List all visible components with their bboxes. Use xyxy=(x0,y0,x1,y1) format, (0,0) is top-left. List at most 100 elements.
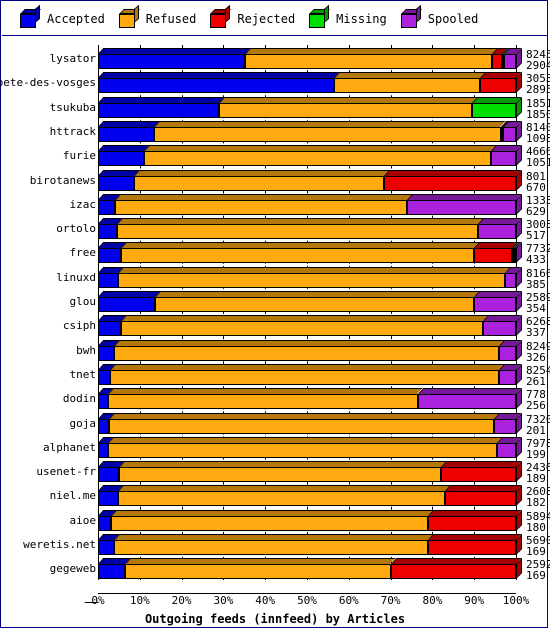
bar-segment-accepted xyxy=(98,272,118,288)
bar-segment-side xyxy=(516,534,522,555)
y-axis-label-niel-me: niel.me xyxy=(49,489,96,503)
bar-value-labels: 1851 1850 xyxy=(526,98,550,120)
bar-secondary-value: 256 xyxy=(526,399,546,413)
bar-secondary-value: 1098 xyxy=(526,131,550,145)
bar-value-labels: 8140 1098 xyxy=(526,122,550,144)
bar-free xyxy=(98,242,522,264)
bar-value-labels: 8245 2904 xyxy=(526,49,550,71)
bar-value-labels: 6268 337 xyxy=(526,316,550,338)
y-axis-label-tsukuba: tsukuba xyxy=(49,100,96,114)
chart-legend: Accepted Refused Rejected Missing Spooled xyxy=(2,2,548,36)
bar-value-labels: 3003 517 xyxy=(526,219,550,241)
bar-value-labels: 8166 385 xyxy=(526,268,550,290)
y-axis-labels: lysator bete-des-vosges tsukuba httrack furi… xyxy=(0,36,97,591)
bar-birotanews xyxy=(98,169,522,191)
bar-segment-side xyxy=(516,242,522,264)
bar-segment-refused xyxy=(113,540,429,555)
bar-secondary-value: 189 xyxy=(526,472,546,486)
bar-segment-rejected xyxy=(480,78,516,94)
bar-segment-refused xyxy=(117,272,506,288)
bar-secondary-value: 517 xyxy=(526,229,546,243)
bar-value-labels: 7732 433 xyxy=(526,243,550,265)
bar-tsukuba xyxy=(98,96,522,118)
bar-niel-me xyxy=(98,485,522,507)
y-axis-label-dodin: dodin xyxy=(62,392,96,406)
bar-segment-rejected xyxy=(491,54,503,69)
bar-segment-spooled xyxy=(503,126,516,142)
bar-value-labels: 2436 189 xyxy=(526,462,550,484)
bar-segment-accepted xyxy=(98,175,134,191)
cube-icon xyxy=(400,4,422,28)
bar-segment-refused xyxy=(114,199,408,215)
bar-value-labels: 2589 354 xyxy=(526,292,550,314)
bar-segment-refused xyxy=(120,321,483,337)
legend-label: Missing xyxy=(336,11,387,26)
cube-icon xyxy=(309,4,331,28)
cube-icon xyxy=(210,4,232,28)
bar-segment-refused xyxy=(116,224,479,240)
bar-segment-spooled xyxy=(493,418,516,434)
bar-segment-refused xyxy=(118,491,445,507)
bar-izac xyxy=(98,193,522,215)
bar-ortolo xyxy=(98,218,522,240)
bar-secondary-value: 1051 xyxy=(526,156,550,170)
bar-segment-refused xyxy=(110,515,429,531)
bar-segment-accepted xyxy=(98,467,119,483)
bar-secondary-value: 2895 xyxy=(526,83,550,97)
legend-item-rejected: Rejected xyxy=(210,4,296,28)
bar-segment-spooled xyxy=(505,272,516,288)
x-tick-label: 10% xyxy=(129,594,150,607)
bar-value-labels: 2592 169 xyxy=(526,559,550,581)
bar-segment-spooled xyxy=(498,345,516,361)
bar-segment-side xyxy=(516,218,522,240)
bar-value-labels: 3053 2895 xyxy=(526,73,550,95)
bar-segment-rejected xyxy=(390,564,516,580)
bar-segment-spooled xyxy=(497,442,516,458)
bar-segment-side xyxy=(516,558,522,580)
y-axis-label-httrack: httrack xyxy=(49,124,96,138)
bar-bwh xyxy=(98,339,522,361)
bar-segment-refused xyxy=(108,394,418,410)
bar-segment-accepted xyxy=(98,442,109,458)
legend-label: Spooled xyxy=(427,11,479,26)
bar-segment-accepted xyxy=(98,345,115,361)
bar-alphanet xyxy=(98,436,522,458)
y-axis-label-gegeweb: gegeweb xyxy=(49,562,96,576)
legend-item-spooled: Spooled xyxy=(400,4,479,28)
bar-segment-side xyxy=(516,315,522,337)
bar-total-value: 8249 xyxy=(526,339,550,353)
x-tick-label: 40% xyxy=(255,594,276,607)
chart-title: Outgoing feeds (innfeed) by Articles xyxy=(144,612,406,626)
bar-segment-side xyxy=(516,461,522,483)
bar-total-value: 1851 xyxy=(526,96,550,110)
bar-segment-rejected xyxy=(384,175,516,191)
bar-value-labels: 1333 629 xyxy=(526,195,550,217)
y-axis-label-usenet-fr: usenet-fr xyxy=(36,465,96,479)
bar-value-labels: 778 256 xyxy=(526,389,546,411)
x-axis-ticks: 0% 10% 20% 30% 40% 50% 60% 70% 80% 90% 100% xyxy=(91,584,548,607)
bar-segment-refused xyxy=(245,54,492,69)
bar-segment-spooled xyxy=(482,321,516,337)
bar-tnet xyxy=(98,363,522,385)
bar-segment-refused xyxy=(333,78,481,94)
bar-segment-accepted xyxy=(98,151,144,167)
bar-segment-side xyxy=(516,485,522,507)
bar-segment-accepted xyxy=(98,102,219,118)
bar-segment-accepted xyxy=(98,126,155,142)
bar-value-labels: 2608 182 xyxy=(526,486,550,508)
y-axis-label-bete-des-vosges: bete-des-vosges xyxy=(0,76,96,90)
bar-segment-refused xyxy=(114,345,499,361)
bar-linuxd xyxy=(98,266,522,288)
bar-value-labels: 5894 180 xyxy=(526,511,550,533)
bar-secondary-value: 337 xyxy=(526,326,546,340)
bar-weretis-net xyxy=(98,534,522,555)
bar-glou xyxy=(98,291,522,312)
bar-segment-side xyxy=(516,48,522,69)
bar-segment-side xyxy=(516,291,522,312)
legend-item-missing: Missing xyxy=(309,4,387,28)
legend-label: Rejected xyxy=(237,11,296,26)
bar-segment-accepted xyxy=(98,297,156,312)
bar-secondary-value: 199 xyxy=(526,447,546,461)
bar-segment-rejected xyxy=(440,467,516,483)
y-axis-label-glou: glou xyxy=(69,295,97,308)
